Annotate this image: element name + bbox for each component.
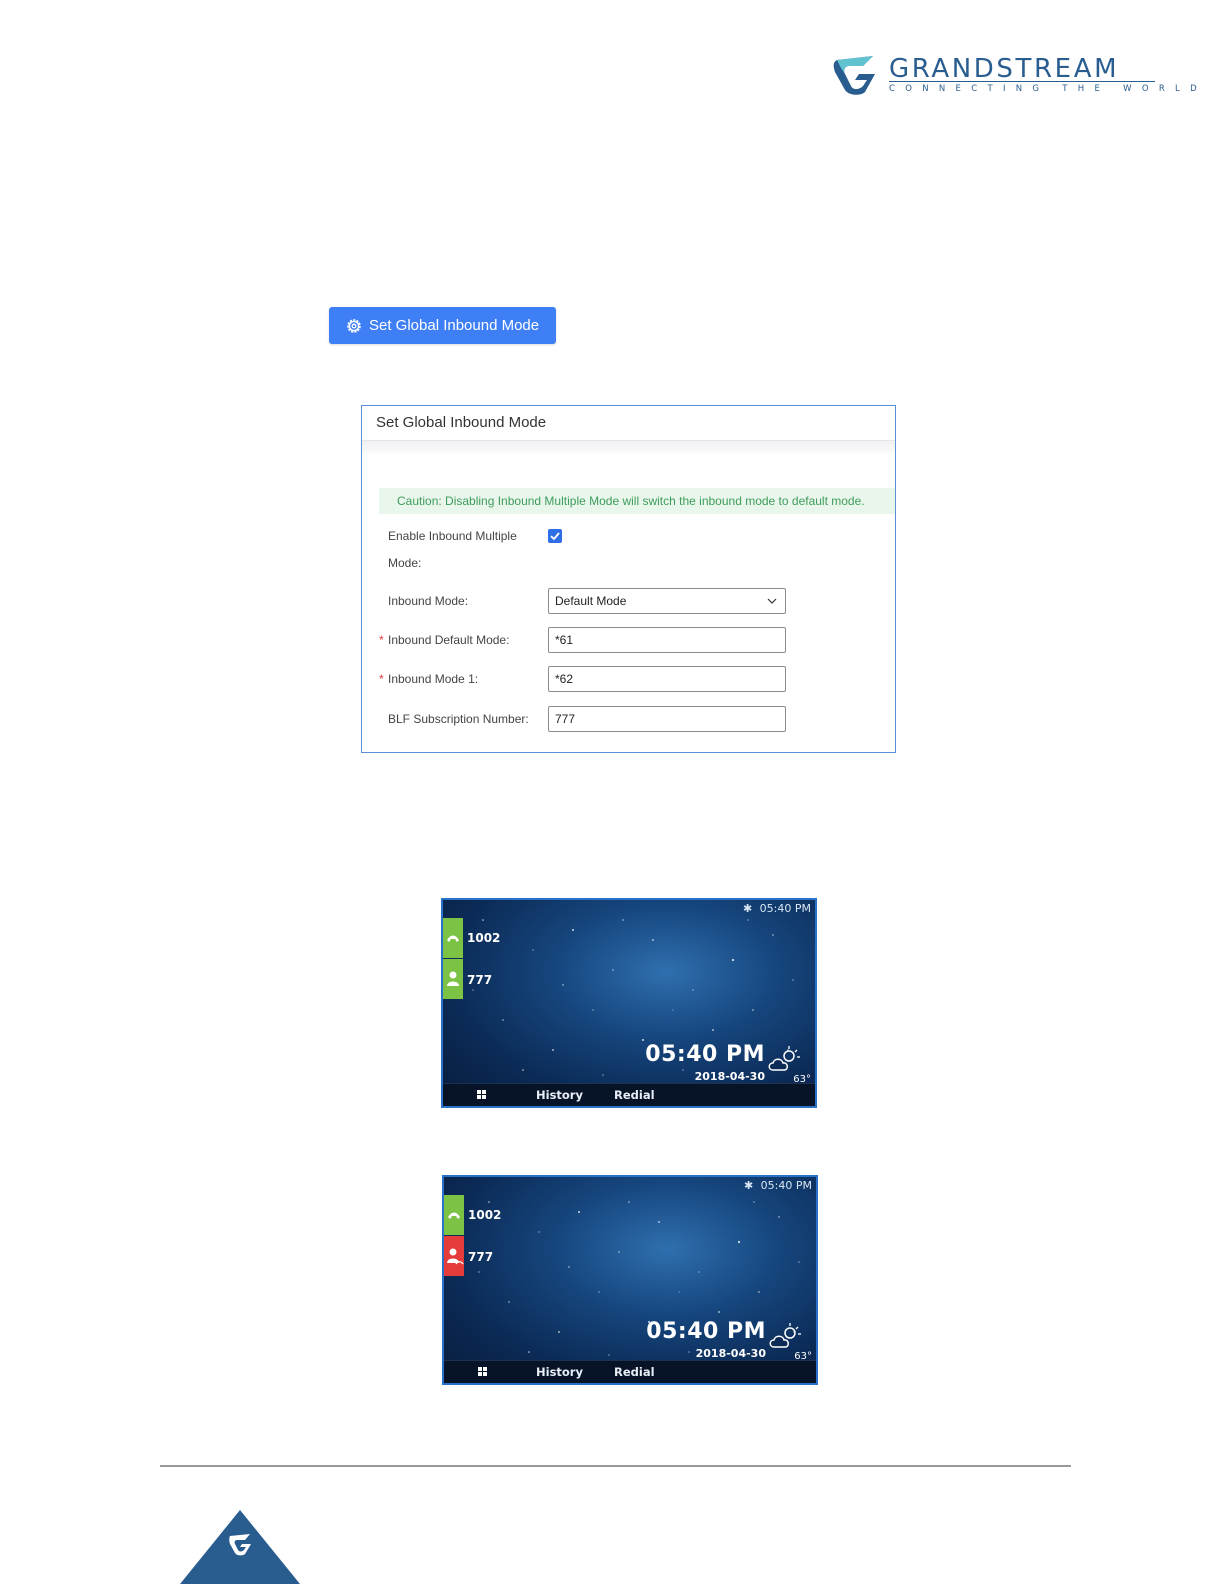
bluetooth-icon: ✱ bbox=[743, 1179, 754, 1192]
handset-icon bbox=[448, 1212, 460, 1219]
line-key-1002[interactable] bbox=[444, 1195, 464, 1235]
gear-icon bbox=[347, 318, 361, 333]
phone-screen-idle: ✱ 05:40 PM 1002 777 05:40 PM 2018-04-30 … bbox=[441, 898, 817, 1108]
status-time: 05:40 PM bbox=[759, 902, 811, 915]
set-global-inbound-mode-button[interactable]: Set Global Inbound Mode bbox=[329, 307, 556, 344]
logo-underline bbox=[889, 81, 1155, 82]
menu-grid-icon[interactable] bbox=[478, 1367, 488, 1377]
clock-time: 05:40 PM bbox=[646, 1319, 766, 1344]
redial-softkey[interactable]: Redial bbox=[614, 1088, 655, 1102]
redial-softkey[interactable]: Redial bbox=[614, 1365, 655, 1379]
checkmark-icon bbox=[550, 532, 560, 541]
inbound-mode-selected-value: Default Mode bbox=[555, 594, 627, 608]
blf-subscription-number-input[interactable]: 777 bbox=[548, 706, 786, 732]
enable-inbound-multiple-mode-checkbox[interactable] bbox=[548, 529, 562, 543]
line-key-1002[interactable] bbox=[443, 918, 463, 958]
blf-label-777: 777 bbox=[467, 973, 493, 987]
blf-key-777[interactable] bbox=[443, 959, 463, 999]
inbound-mode-1-label: * Inbound Mode 1: bbox=[379, 672, 479, 686]
handset-icon bbox=[447, 935, 459, 942]
person-busy-icon bbox=[447, 1248, 464, 1265]
blf-key-777[interactable] bbox=[444, 1236, 464, 1276]
clock-date: 2018-04-30 bbox=[695, 1347, 766, 1360]
inbound-default-mode-input[interactable]: *61 bbox=[548, 627, 786, 653]
inbound-default-mode-label: * Inbound Default Mode: bbox=[379, 633, 510, 647]
grandstream-logo-icon bbox=[833, 56, 875, 95]
inbound-mode-label: Inbound Mode: bbox=[388, 594, 469, 608]
inbound-default-mode-label-text: Inbound Default Mode: bbox=[388, 633, 510, 647]
logo-tagline: CONNECTING THE WORLD bbox=[889, 84, 1207, 94]
footer-divider bbox=[160, 1465, 1071, 1467]
inbound-mode-select[interactable]: Default Mode bbox=[548, 588, 786, 614]
grandstream-logo: GRANDSTREAM CONNECTING THE WORLD bbox=[833, 54, 1197, 98]
enable-inbound-multiple-mode-label-line2: Mode: bbox=[388, 556, 422, 570]
dialog-title: Set Global Inbound Mode bbox=[362, 406, 895, 441]
history-softkey[interactable]: History bbox=[536, 1088, 583, 1102]
inbound-mode-1-label-text: Inbound Mode 1: bbox=[388, 672, 479, 686]
set-global-inbound-mode-dialog: Set Global Inbound Mode Caution: Disabli… bbox=[361, 405, 896, 753]
chevron-down-icon bbox=[767, 598, 777, 604]
softkey-bar: History Redial bbox=[443, 1083, 815, 1106]
bluetooth-icon: ✱ bbox=[742, 902, 753, 915]
status-time: 05:40 PM bbox=[760, 1179, 812, 1192]
history-softkey[interactable]: History bbox=[536, 1365, 583, 1379]
required-marker: * bbox=[379, 672, 384, 686]
required-marker: * bbox=[379, 633, 384, 647]
caution-message: Caution: Disabling Inbound Multiple Mode… bbox=[379, 488, 895, 514]
set-global-inbound-mode-label: Set Global Inbound Mode bbox=[369, 317, 540, 334]
status-bar: ✱ 05:40 PM bbox=[743, 902, 811, 915]
enable-inbound-multiple-mode-label-line1: Enable Inbound Multiple bbox=[388, 529, 517, 543]
clock-time: 05:40 PM bbox=[645, 1042, 765, 1067]
line-label-1002: 1002 bbox=[468, 1208, 502, 1222]
blf-label-777: 777 bbox=[468, 1250, 494, 1264]
partly-cloudy-icon bbox=[769, 1323, 801, 1348]
blf-subscription-number-label: BLF Subscription Number: bbox=[388, 712, 529, 726]
menu-grid-icon[interactable] bbox=[477, 1090, 487, 1100]
line-label-1002: 1002 bbox=[467, 931, 501, 945]
softkey-bar: History Redial bbox=[444, 1360, 816, 1383]
phone-screen-busy: ✱ 05:40 PM 1002 777 05:40 PM 2018-04-30 … bbox=[442, 1175, 818, 1385]
status-bar: ✱ 05:40 PM bbox=[744, 1179, 812, 1192]
inbound-mode-1-input[interactable]: *62 bbox=[548, 666, 786, 692]
logo-wordmark: GRANDSTREAM bbox=[889, 54, 1120, 84]
partly-cloudy-icon bbox=[768, 1046, 800, 1071]
clock-date: 2018-04-30 bbox=[694, 1070, 765, 1083]
dialog-header-shadow bbox=[362, 441, 895, 453]
person-icon bbox=[447, 971, 459, 986]
footer-logo-badge bbox=[180, 1510, 300, 1584]
